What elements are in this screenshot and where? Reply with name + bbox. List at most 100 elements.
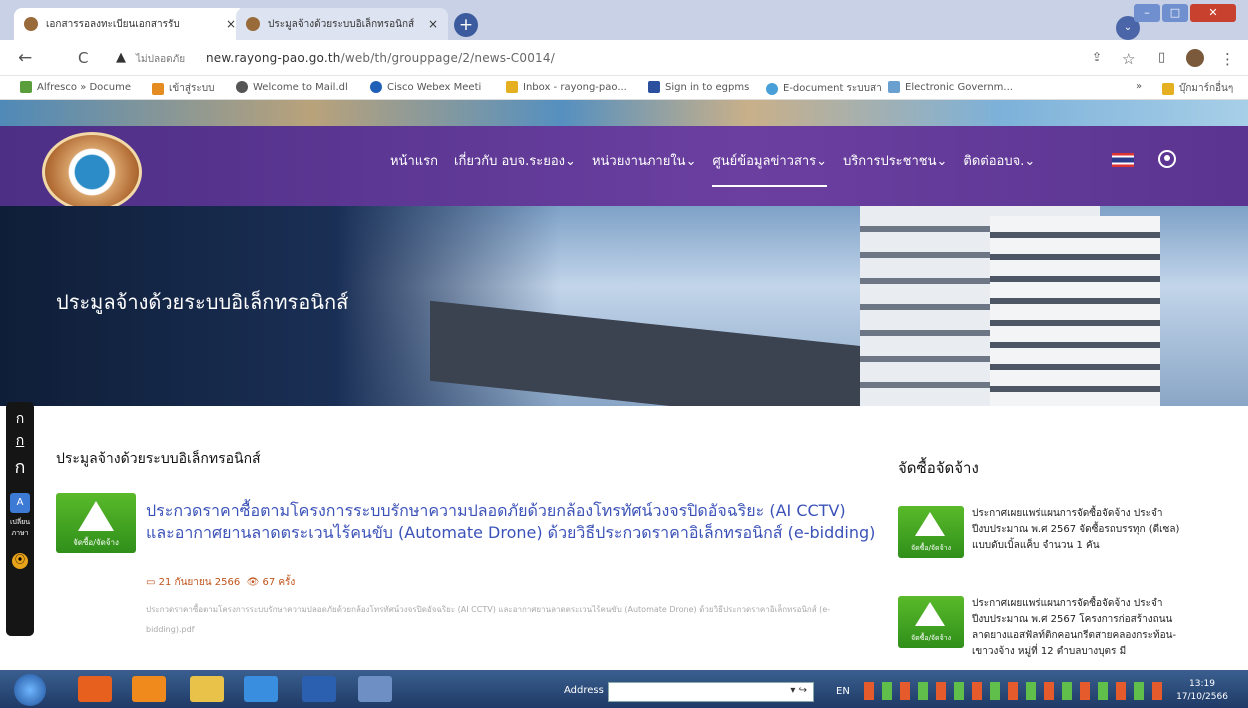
- reload-button[interactable]: C: [78, 49, 88, 67]
- font-medium-button[interactable]: ก: [6, 430, 34, 452]
- favicon-icon: [24, 17, 38, 31]
- tab-documents[interactable]: เอกสารรอลงทะเบียนเอกสารรับ ×: [14, 8, 246, 40]
- bookmark-label: Electronic Governm...: [905, 81, 1013, 93]
- clock-time: 13:19: [1189, 679, 1215, 689]
- bookmarks-more-label: »: [1136, 81, 1143, 92]
- url-input[interactable]: new.rayong-pao.go.th/web/th/grouppage/2/…: [206, 51, 555, 65]
- tab-title: เอกสารรอลงทะเบียนเอกสารรับ: [46, 18, 180, 30]
- start-button[interactable]: [14, 674, 46, 706]
- security-status[interactable]: ไม่ปลอดภัย: [136, 52, 185, 67]
- share-icon[interactable]: ⇪: [1092, 50, 1102, 64]
- bookmark-label: E-document ระบบสา: [783, 83, 882, 94]
- bookmark-icon: [766, 82, 778, 95]
- bookmark-label: Inbox - rayong-pao...: [523, 81, 627, 93]
- thai-flag-icon[interactable]: [1112, 153, 1134, 167]
- bookmark-icon: [888, 81, 900, 93]
- bookmark-label: Cisco Webex Meeti: [387, 81, 482, 93]
- article-views: 👁 67 ครั้ง: [246, 577, 296, 588]
- user-icon[interactable]: [1158, 150, 1176, 168]
- article-date: ▭ 21 กันยายน 2566: [146, 577, 241, 588]
- section-title: ประมูลจ้างด้วยระบบอิเล็กทรอนิกส์: [56, 451, 261, 467]
- bookmark-icon: [152, 82, 164, 95]
- procurement-logo-icon: [915, 602, 945, 626]
- procurement-logo-icon: [915, 512, 945, 536]
- bookmark-icon: [20, 81, 32, 93]
- tab-ebidding[interactable]: ประมูลจ้างด้วยระบบอิเล็กทรอนิกส์ ×: [236, 8, 448, 40]
- menu-info-center[interactable]: ศูนย์ข้อมูลข่าวสาร⌄: [712, 150, 828, 187]
- menu-contact[interactable]: ติดต่ออบจ.⌄: [963, 150, 1035, 187]
- system-clock[interactable]: 13:19 17/10/2566: [1172, 678, 1232, 704]
- new-tab-button[interactable]: +: [454, 13, 478, 37]
- bookmark-label: Welcome to Mail.dl: [253, 81, 348, 93]
- bookmark-login[interactable]: เข้าสู่ระบบ: [152, 81, 214, 96]
- media-player-icon[interactable]: [78, 676, 112, 702]
- clock-date: 17/10/2566: [1176, 692, 1228, 702]
- tab-title: ประมูลจ้างด้วยระบบอิเล็กทรอนิกส์: [268, 18, 415, 30]
- close-tab-icon[interactable]: ×: [226, 17, 236, 31]
- procurement-thumbnail[interactable]: จัดซื้อ/จัดจ้าง: [56, 493, 136, 553]
- bookmark-label: Alfresco » Docume: [37, 81, 132, 93]
- address-go-button[interactable]: ▾ ↪: [790, 685, 807, 696]
- bookmark-icon: [236, 81, 248, 93]
- site-logo[interactable]: [42, 132, 142, 212]
- star-icon[interactable]: ☆: [1122, 50, 1135, 68]
- bookmark-alfresco[interactable]: Alfresco » Docume: [20, 81, 131, 93]
- bookmark-mail[interactable]: Welcome to Mail.dl: [236, 81, 348, 93]
- warning-icon[interactable]: ▲: [116, 50, 126, 65]
- address-toolbar-input[interactable]: ▾ ↪: [608, 682, 814, 702]
- system-tray-icons[interactable]: [864, 682, 1164, 700]
- profile-icon[interactable]: [1186, 49, 1204, 67]
- address-bar: ← C ▲ ไม่ปลอดภัย new.rayong-pao.go.th/we…: [0, 40, 1248, 76]
- bookmark-inbox[interactable]: Inbox - rayong-pao...: [506, 81, 627, 93]
- app-icon[interactable]: [132, 676, 166, 702]
- bookmark-egpms[interactable]: Sign in to egpms: [648, 81, 749, 93]
- bookmark-icon: [506, 81, 518, 93]
- main-menu: หน้าแรก เกี่ยวกับ อบจ.ระยอง⌄ หน่วยงานภาย…: [390, 150, 1035, 187]
- sidebar-item-link[interactable]: ประกาศเผยแพร่แผนการจัดซื้อจัดจ้าง ประจำป…: [972, 596, 1182, 670]
- bookmark-webex[interactable]: Cisco Webex Meeti: [370, 81, 481, 93]
- maximize-button[interactable]: □: [1162, 4, 1188, 22]
- sidebar-item-link[interactable]: ประกาศเผยแพร่แผนการจัดซื้อจัดจ้าง ประจำป…: [972, 506, 1182, 554]
- translate-label[interactable]: เปลี่ยน ภาษา: [6, 517, 34, 539]
- bookmark-edocument[interactable]: E-document ระบบสา: [766, 81, 882, 96]
- menu-about[interactable]: เกี่ยวกับ อบจ.ระยอง⌄: [454, 150, 576, 187]
- sidebar-title: จัดซื้อจัดจ้าง: [898, 459, 979, 477]
- guide-icon[interactable]: ⦿: [12, 553, 28, 569]
- site-banner-strip: [0, 100, 1248, 126]
- folder-icon: [1162, 82, 1174, 95]
- article-meta: ▭ 21 กันยายน 2566 👁 67 ครั้ง: [146, 575, 295, 590]
- menu-departments[interactable]: หน่วยงานภายใน⌄: [592, 150, 697, 187]
- sidebar-icon[interactable]: ▯: [1158, 50, 1165, 65]
- file-explorer-icon[interactable]: [190, 676, 224, 702]
- article-title-link[interactable]: ประกวดราคาซื้อตามโครงการระบบรักษาความปลอ…: [146, 500, 876, 544]
- hero-title: ประมูลจ้างด้วยระบบอิเล็กทรอนิกส์: [56, 290, 349, 314]
- back-button[interactable]: ←: [18, 48, 32, 68]
- bookmark-label: เข้าสู่ระบบ: [169, 83, 215, 94]
- url-path: /web/th/grouppage/2/news-C0014/: [340, 51, 555, 65]
- bookmark-egov[interactable]: Electronic Governm...: [888, 81, 1013, 93]
- browser-tabstrip: เอกสารรอลงทะเบียนเอกสารรับ × ประมูลจ้างด…: [0, 0, 1248, 40]
- chrome-icon[interactable]: [358, 676, 392, 702]
- bookmark-icon: [370, 81, 382, 93]
- article-description[interactable]: ประกวดราคาซื้อตามโครงการระบบรักษาความปลอ…: [146, 600, 866, 640]
- procurement-logo-icon: [78, 501, 114, 531]
- font-small-button[interactable]: ก: [6, 408, 34, 430]
- procurement-thumbnail[interactable]: จัดซื้อ/จัดจ้าง: [898, 506, 964, 558]
- language-indicator[interactable]: EN: [836, 686, 850, 697]
- menu-home[interactable]: หน้าแรก: [390, 150, 438, 187]
- close-window-button[interactable]: ✕: [1190, 4, 1236, 22]
- menu-icon[interactable]: ⋮: [1220, 50, 1235, 68]
- procurement-thumbnail[interactable]: จัดซื้อ/จัดจ้าง: [898, 596, 964, 648]
- minimize-button[interactable]: –: [1134, 4, 1160, 22]
- internet-explorer-icon[interactable]: [244, 676, 278, 702]
- menu-services[interactable]: บริการประชาชน⌄: [843, 150, 947, 187]
- other-bookmarks-label: บุ๊กมาร์กอื่นๆ: [1179, 83, 1234, 94]
- thumbnail-label: จัดซื้อ/จัดจ้าง: [910, 544, 952, 552]
- translate-icon[interactable]: A: [10, 493, 30, 513]
- word-icon[interactable]: [302, 676, 336, 702]
- other-bookmarks[interactable]: บุ๊กมาร์กอื่นๆ: [1162, 81, 1233, 96]
- close-tab-icon[interactable]: ×: [428, 17, 438, 31]
- bookmarks-more-button[interactable]: »: [1136, 81, 1142, 92]
- address-toolbar-label: Address: [564, 685, 604, 696]
- font-large-button[interactable]: ก: [6, 452, 34, 481]
